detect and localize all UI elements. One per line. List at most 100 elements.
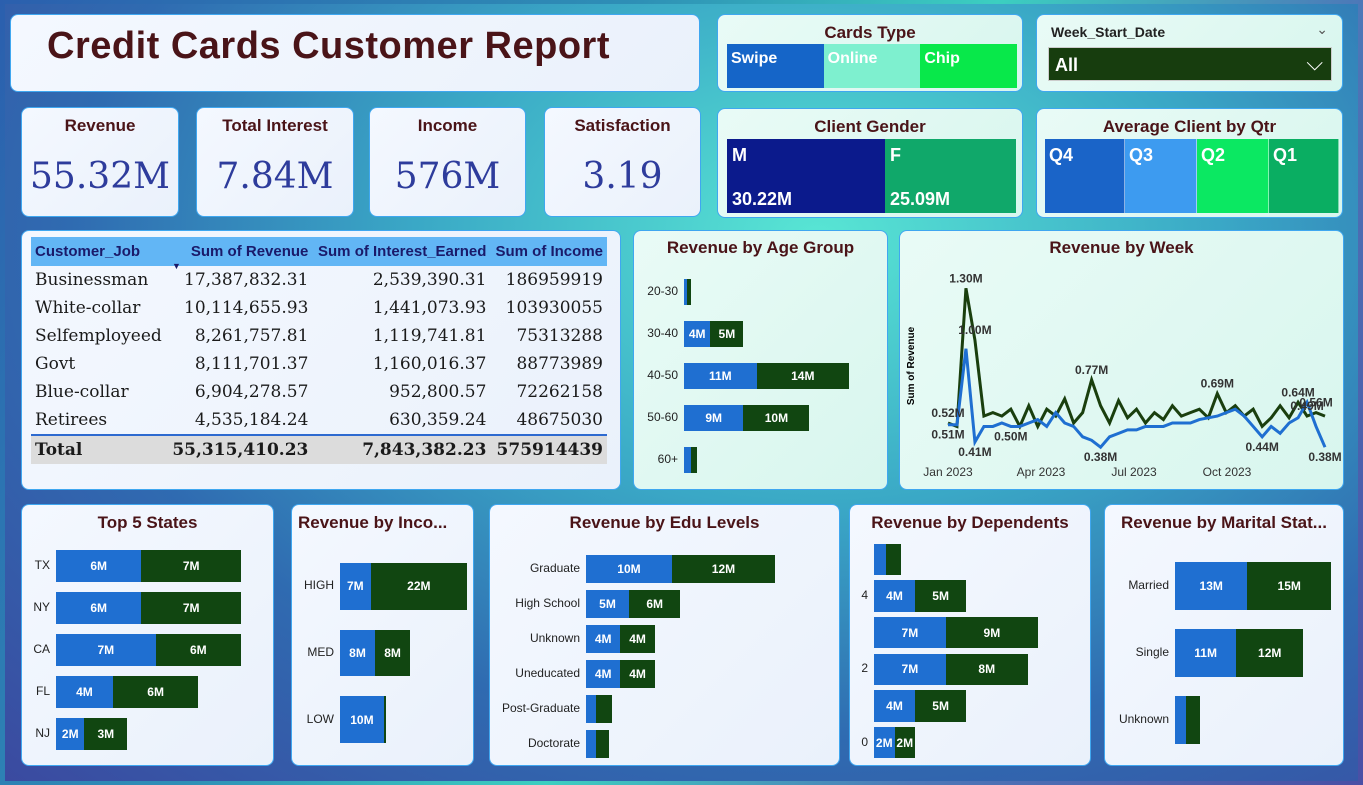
bar-segment[interactable]: 6M (56, 592, 142, 624)
bar-segment[interactable]: 11M (684, 363, 757, 389)
bar-segment[interactable] (596, 694, 612, 723)
bar-segment[interactable]: 5M (710, 321, 744, 347)
qtr-segment[interactable]: Q2 (1197, 139, 1269, 213)
col-header-revenue[interactable]: Sum of Revenue (167, 237, 313, 266)
bar-segment[interactable]: 15M (1247, 562, 1331, 611)
qtr-segment[interactable]: Q4 (1045, 139, 1125, 213)
series-line[interactable] (947, 288, 1326, 430)
bar-row[interactable]: 7M 8M (874, 653, 1038, 685)
bar-segment[interactable] (586, 729, 597, 758)
bar-row[interactable]: 10M 12M (586, 554, 775, 583)
bar-segment[interactable]: 4M (56, 676, 113, 708)
bar-segment[interactable]: 7M (56, 634, 156, 666)
bar-row[interactable] (586, 729, 775, 758)
bar-segment[interactable] (684, 447, 691, 473)
qtr-segment[interactable]: Q3 (1125, 139, 1197, 213)
table-row[interactable]: Blue-collar 6,904,278.57 952,800.57 7226215… (31, 378, 607, 406)
bar-segment[interactable]: 2M (874, 727, 895, 759)
bar-segment[interactable]: 6M (628, 589, 681, 618)
bar-segment[interactable]: 9M (945, 617, 1038, 649)
bar-segment[interactable]: 7M (874, 653, 946, 685)
bar-segment[interactable] (874, 543, 887, 575)
gender-segment-m[interactable]: M 30.22M (727, 139, 885, 213)
bar-segment[interactable]: 7M (874, 617, 946, 649)
col-header-interest[interactable]: Sum of Interest_Earned (312, 237, 491, 266)
bar-segment[interactable]: 10M (743, 405, 810, 431)
bar-segment[interactable]: 5M (915, 690, 967, 722)
table-row[interactable]: Businessman 17,387,832.31 2,539,390.31 1869… (31, 266, 607, 294)
bar-segment[interactable] (1175, 695, 1187, 744)
week-filter-dropdown[interactable]: All ⌵ (1048, 47, 1332, 81)
bar-segment[interactable]: 6M (112, 676, 199, 708)
bar-segment[interactable]: 8M (945, 653, 1028, 685)
bar-segment[interactable]: 6M (155, 634, 241, 666)
bar-segment[interactable] (687, 279, 691, 305)
bar-row[interactable] (1175, 695, 1331, 744)
bar-segment[interactable]: 10M (340, 696, 384, 743)
bar-segment[interactable]: 10M (586, 554, 672, 583)
bar-row[interactable]: 4M 4M (586, 624, 775, 653)
bar-row[interactable] (874, 543, 1038, 575)
bar-row[interactable]: 4M 5M (874, 580, 1038, 612)
bar-segment[interactable]: 11M (1175, 629, 1237, 677)
bar-row[interactable]: 11M 12M (1175, 629, 1331, 677)
cards-type-option[interactable]: Chip (920, 44, 1018, 88)
bar-segment[interactable]: 14M (756, 363, 849, 389)
bar-row[interactable]: 13M 15M (1175, 562, 1331, 611)
gender-segment-f[interactable]: F 25.09M (885, 139, 1016, 213)
bar-segment[interactable]: 4M (620, 659, 655, 688)
bar-segment[interactable]: 5M (915, 580, 967, 612)
bar-row[interactable]: 2M 2M (874, 727, 1038, 759)
table-row[interactable]: Selfemployeed 8,261,757.81 1,119,741.81 753… (31, 322, 607, 350)
bar-segment[interactable] (886, 543, 901, 575)
bar-segment[interactable]: 4M (586, 624, 621, 653)
bar-row[interactable]: 2M 3M (56, 718, 241, 750)
bar-row[interactable]: 4M 5M (874, 690, 1038, 722)
table-row[interactable]: Govt 8,111,701.37 1,160,016.37 88773989 (31, 350, 607, 378)
table-row[interactable]: White-collar 10,114,655.93 1,441,073.93 103… (31, 294, 607, 322)
bar-segment[interactable]: 4M (874, 580, 915, 612)
bar-row[interactable]: 6M 7M (56, 550, 241, 582)
bar-segment[interactable]: 5M (586, 589, 629, 618)
bar-segment[interactable]: 2M (56, 718, 85, 750)
bar-row[interactable]: 7M 6M (56, 634, 241, 666)
chevron-down-icon[interactable]: ⌄ (1316, 21, 1328, 38)
bar-row[interactable]: 10M (340, 696, 467, 743)
col-header-income[interactable]: Sum of Income (490, 237, 607, 266)
bar-segment[interactable] (383, 696, 386, 743)
bar-segment[interactable]: 3M (84, 718, 128, 750)
bar-segment[interactable] (1186, 695, 1201, 744)
bar-segment[interactable]: 2M (894, 727, 915, 759)
bar-segment[interactable]: 4M (684, 321, 711, 347)
col-header-job[interactable]: Customer_Job (31, 237, 168, 266)
bar-row[interactable]: 4M 6M (56, 676, 241, 708)
bar-segment[interactable]: 7M (141, 550, 241, 582)
bar-row[interactable]: 7M 9M (874, 617, 1038, 649)
cards-type-option[interactable]: Online (823, 44, 921, 88)
bar-segment[interactable]: 9M (684, 405, 744, 431)
bar-segment[interactable]: 22M (370, 563, 467, 610)
bar-segment[interactable]: 12M (671, 554, 775, 583)
bar-row[interactable]: 6M 7M (56, 592, 241, 624)
bar-row[interactable] (684, 279, 849, 305)
cards-type-option[interactable]: Swipe (727, 44, 824, 88)
bar-segment[interactable]: 7M (141, 592, 241, 624)
bar-row[interactable]: 8M 8M (340, 629, 467, 677)
bar-segment[interactable]: 4M (620, 624, 655, 653)
table-row[interactable]: Retirees 4,535,184.24 630,359.24 48675030 (31, 406, 607, 435)
bar-segment[interactable] (596, 729, 610, 758)
bar-segment[interactable]: 7M (340, 563, 371, 610)
bar-row[interactable]: 4M 5M (684, 321, 849, 347)
bar-row[interactable]: 7M 22M (340, 563, 467, 610)
bar-row[interactable]: 9M 10M (684, 405, 849, 431)
bar-row[interactable] (684, 447, 849, 473)
bar-segment[interactable] (690, 447, 698, 473)
bar-segment[interactable]: 8M (340, 629, 376, 677)
bar-row[interactable]: 11M 14M (684, 363, 849, 389)
bar-segment[interactable]: 13M (1175, 562, 1248, 611)
bar-row[interactable]: 5M 6M (586, 589, 775, 618)
bar-segment[interactable]: 6M (56, 550, 142, 582)
bar-row[interactable]: 4M 4M (586, 659, 775, 688)
bar-segment[interactable]: 12M (1236, 629, 1304, 677)
qtr-segment[interactable]: Q1 (1269, 139, 1339, 213)
